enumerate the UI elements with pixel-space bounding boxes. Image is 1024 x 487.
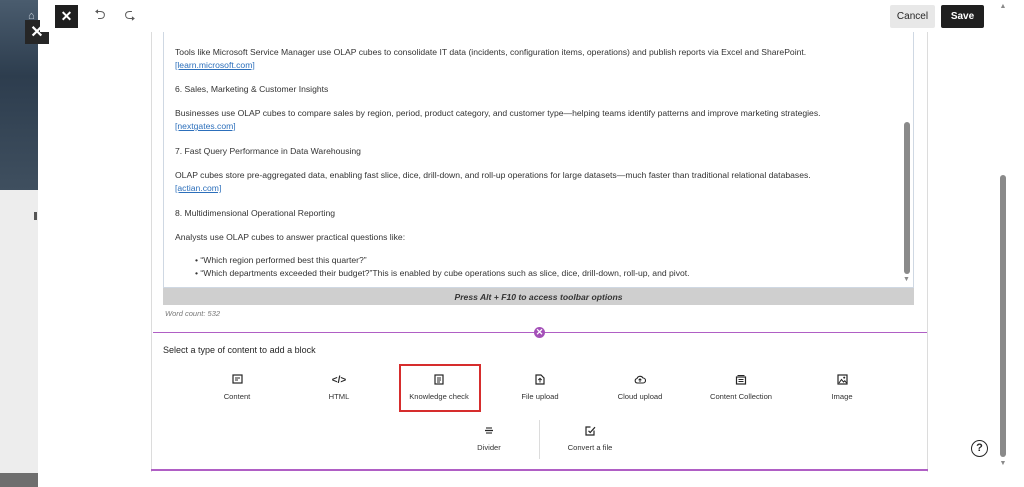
selected-block-highlight [399,364,481,412]
divider-icon [447,425,531,439]
source-link[interactable]: [nextgates.com] [175,121,236,131]
list-item: “Which region performed best this quarte… [195,254,895,267]
row-separator [539,420,540,459]
scroll-down-icon[interactable]: ▼ [999,460,1007,467]
block-option-file-upload[interactable]: File upload [498,374,582,408]
background-footer [0,473,38,487]
undo-icon[interactable]: ⮌ [90,6,110,26]
background-page: ⌂ [0,0,38,487]
redo-icon[interactable]: ⮎ [120,6,140,26]
close-icon[interactable]: ✕ [55,5,78,28]
block-option-image[interactable]: Image [800,374,884,408]
heading: 7. Fast Query Performance in Data Wareho… [175,146,361,156]
block-option-html[interactable]: </> HTML [297,374,381,408]
editor-body[interactable]: Tools like Microsoft Service Manager use… [175,32,900,288]
file-upload-icon [498,374,582,388]
paragraph: Businesses use OLAP cubes to compare sal… [175,108,821,131]
editor-scrollbar[interactable] [904,122,910,274]
block-option-content[interactable]: Content [195,374,279,408]
block-picker-title: Select a type of content to add a block [163,345,316,355]
cloud-upload-icon [598,374,682,388]
bottom-divider-line [151,469,928,471]
background-panel [0,190,38,473]
source-link[interactable]: [actian.com] [175,183,221,193]
editor-scroll-down-icon[interactable]: ▼ [903,276,910,283]
source-link[interactable]: [learn.microsoft.com] [175,60,255,70]
save-button[interactable]: Save [941,5,984,28]
scroll-up-icon[interactable]: ▲ [999,3,1007,10]
add-block-icon[interactable]: ✕ [534,327,545,338]
bullet-list: “Which region performed best this quarte… [195,254,895,280]
page-scrollbar[interactable] [1000,175,1006,457]
block-option-convert-file[interactable]: Convert a file [548,425,632,459]
code-icon: </> [331,375,347,386]
content-icon [195,374,279,388]
paragraph: Analysts use OLAP cubes to answer practi… [175,232,406,242]
heading: 6. Sales, Marketing & Customer Insights [175,84,329,94]
convert-file-icon [548,425,632,439]
background-marker [34,212,37,220]
block-option-content-collection[interactable]: Content Collection [699,374,783,408]
image-icon [800,374,884,388]
block-option-divider[interactable]: Divider [447,425,531,459]
content-collection-icon [699,374,783,388]
toolbar-hint: Press Alt + F10 to access toolbar option… [163,288,914,305]
paragraph: OLAP cubes store pre-aggregated data, en… [175,170,811,193]
word-count: Word count: 532 [165,309,221,318]
editor-toolbar: ✕ ⮌ ⮎ Cancel Save [40,0,1004,32]
rich-text-editor[interactable]: Tools like Microsoft Service Manager use… [163,32,914,288]
cancel-button[interactable]: Cancel [890,5,935,28]
help-icon[interactable]: ? [971,440,988,457]
block-option-cloud-upload[interactable]: Cloud upload [598,374,682,408]
list-item: “Which departments exceeded their budget… [195,267,895,280]
heading: 8. Multidimensional Operational Reportin… [175,208,336,218]
panel-edge [1004,0,1024,487]
paragraph: Tools like Microsoft Service Manager use… [175,47,807,70]
